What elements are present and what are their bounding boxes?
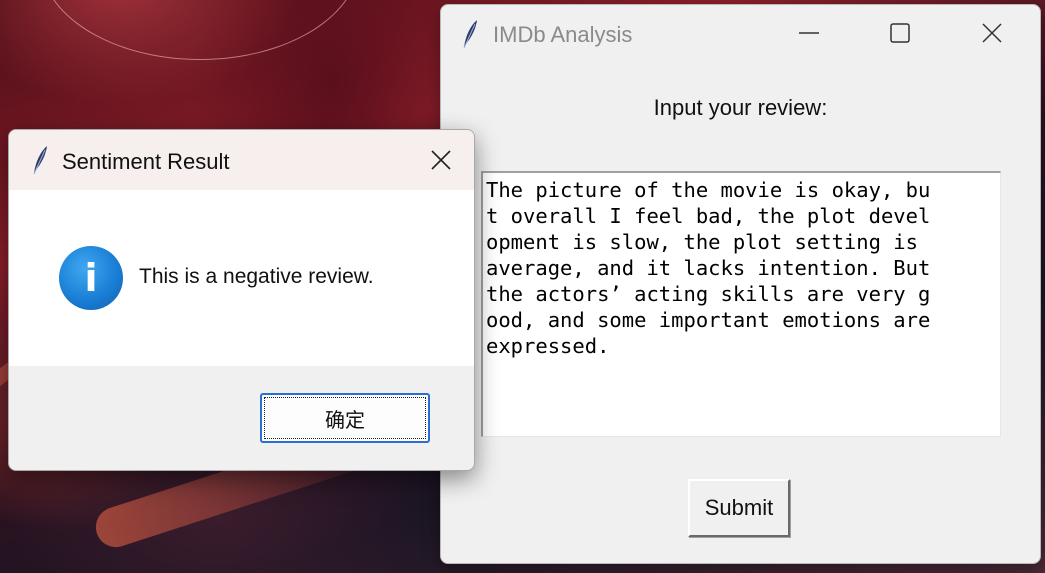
dialog-titlebar[interactable]: Sentiment Result	[9, 130, 474, 190]
info-icon: i	[59, 246, 123, 310]
feather-icon	[463, 20, 477, 49]
review-line: opment is slow, the plot setting is	[486, 230, 931, 254]
submit-button[interactable]: Submit	[688, 479, 790, 537]
maximize-icon	[890, 23, 910, 43]
minimize-icon	[799, 32, 819, 34]
dialog-body: i This is a negative review.	[9, 190, 474, 366]
dialog-close-button[interactable]	[419, 140, 463, 180]
close-button[interactable]	[969, 13, 1015, 53]
imdb-analysis-window: IMDb Analysis Input your review: The pic…	[440, 4, 1041, 564]
ok-button[interactable]: 确定	[260, 393, 430, 443]
review-line: the actors’ acting skills are very g	[486, 282, 931, 306]
close-icon	[982, 23, 1002, 43]
review-line: expressed.	[486, 334, 610, 358]
maximize-button[interactable]	[877, 13, 923, 53]
review-line: average, and it lacks intention. But	[486, 256, 931, 280]
review-line: The picture of the movie is okay, bu	[486, 178, 931, 202]
main-titlebar[interactable]: IMDb Analysis	[441, 5, 1040, 63]
minimize-button[interactable]	[786, 13, 832, 53]
info-glyph: i	[84, 256, 98, 300]
feather-icon	[33, 146, 47, 175]
review-line: t overall I feel bad, the plot devel	[486, 204, 931, 228]
dialog-message: This is a negative review.	[139, 265, 374, 288]
sentiment-result-dialog: Sentiment Result i This is a negative re…	[8, 129, 475, 471]
review-prompt-label: Input your review:	[653, 95, 828, 120]
dialog-title: Sentiment Result	[62, 149, 230, 174]
review-line: ood, and some important emotions are	[486, 308, 931, 332]
wallpaper-arc	[40, 0, 360, 60]
review-textarea[interactable]: The picture of the movie is okay, bu t ov…	[481, 171, 1001, 437]
window-title: IMDb Analysis	[493, 22, 633, 47]
close-icon	[431, 150, 451, 170]
